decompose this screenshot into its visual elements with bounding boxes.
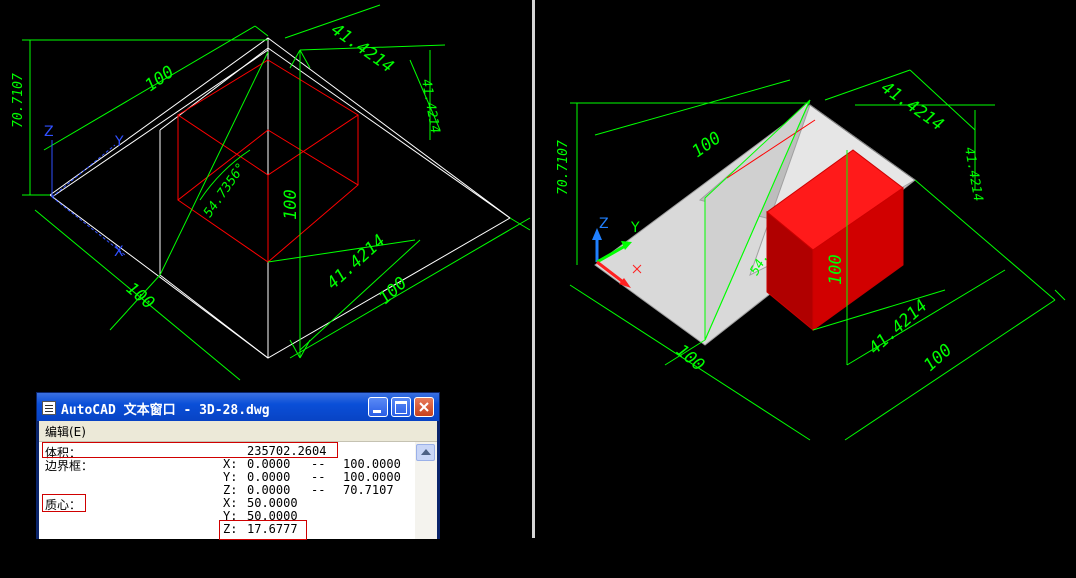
window-title: AutoCAD 文本窗口 - 3D-28.dwg xyxy=(61,403,270,418)
menu-bar: 编辑(E) xyxy=(39,421,437,442)
dim-center-height: 100 xyxy=(281,189,301,220)
viewport-right[interactable]: 100 70.7107 41.4214 41.4214 54. 100 41.4… xyxy=(535,0,1076,538)
dim-mid-diag-right: 41.4214 xyxy=(865,296,932,359)
dim-height-left: 70.7107 xyxy=(11,73,26,128)
dim-top-right-b: 41.4214 xyxy=(418,78,442,135)
row-dash: -- xyxy=(311,470,326,484)
vertical-scrollbar[interactable] xyxy=(415,442,437,539)
dim-mid-diag: 41.4214 xyxy=(323,231,390,294)
dimension-lines xyxy=(22,4,531,381)
volume-highlight xyxy=(42,442,338,458)
svg-text:X: X xyxy=(114,244,124,260)
row-value: 0.0000 xyxy=(247,483,291,497)
dim-top-right-b-right: 41.4214 xyxy=(961,146,985,203)
autocad-text-window[interactable]: AutoCAD 文本窗口 - 3D-28.dwg 编辑(E) 体积： 23570… xyxy=(36,392,440,540)
menu-edit[interactable]: 编辑(E) xyxy=(45,423,86,440)
centroid-label-highlight xyxy=(42,494,86,512)
dim-box-height: 100 xyxy=(826,254,846,285)
row-axis: Z: xyxy=(223,483,238,497)
dim-top-width-right: 100 xyxy=(688,128,725,162)
row-dash: -- xyxy=(311,457,326,471)
text-window-icon xyxy=(42,401,56,415)
row-axis: X: xyxy=(223,496,238,510)
dim-top-width: 100 xyxy=(141,62,178,96)
dim-height-left-right: 70.7107 xyxy=(556,140,571,195)
close-button[interactable] xyxy=(414,397,434,417)
ucs-icon: Z Y X xyxy=(44,124,126,260)
dim-bottom-left: 100 xyxy=(122,279,158,314)
svg-text:Z: Z xyxy=(44,124,54,140)
maximize-button[interactable] xyxy=(391,397,411,417)
row-value: 0.0000 xyxy=(247,470,291,484)
text-row: Z: 0.0000 -- 70.7107 xyxy=(39,483,415,497)
right-drawing: 100 70.7107 41.4214 41.4214 54. 100 41.4… xyxy=(556,69,1066,441)
text-row: 质心： X: 50.0000 xyxy=(39,496,415,512)
minimize-button[interactable] xyxy=(368,397,388,417)
row-axis: Y: xyxy=(223,470,238,484)
row-value: 0.0000 xyxy=(247,457,291,471)
text-output-area[interactable]: 体积： 235702.2604 边界框： X: 0.0000 -- 100.00… xyxy=(39,442,415,540)
row-max: 100.0000 xyxy=(343,457,401,471)
row-dash: -- xyxy=(311,483,326,497)
text-row: Y: 0.0000 -- 100.0000 xyxy=(39,470,415,484)
row-axis: X: xyxy=(223,457,238,471)
title-bar[interactable]: AutoCAD 文本窗口 - 3D-28.dwg xyxy=(37,393,439,421)
svg-text:Y: Y xyxy=(114,134,124,150)
centroid-z-highlight xyxy=(219,520,307,540)
dim-top-right-a-right: 41.4214 xyxy=(877,78,947,135)
row-value: 50.0000 xyxy=(247,496,298,510)
row-max: 70.7107 xyxy=(343,483,394,497)
base-outline xyxy=(49,37,511,359)
dim-bottom-right-right: 100 xyxy=(920,340,956,375)
svg-text:Y: Y xyxy=(630,220,640,236)
row-max: 100.0000 xyxy=(343,470,401,484)
scroll-up-arrow-icon[interactable] xyxy=(416,444,435,461)
text-row: 边界框： X: 0.0000 -- 100.0000 xyxy=(39,457,415,473)
close-icon xyxy=(419,402,429,412)
svg-text:Z: Z xyxy=(599,216,609,232)
